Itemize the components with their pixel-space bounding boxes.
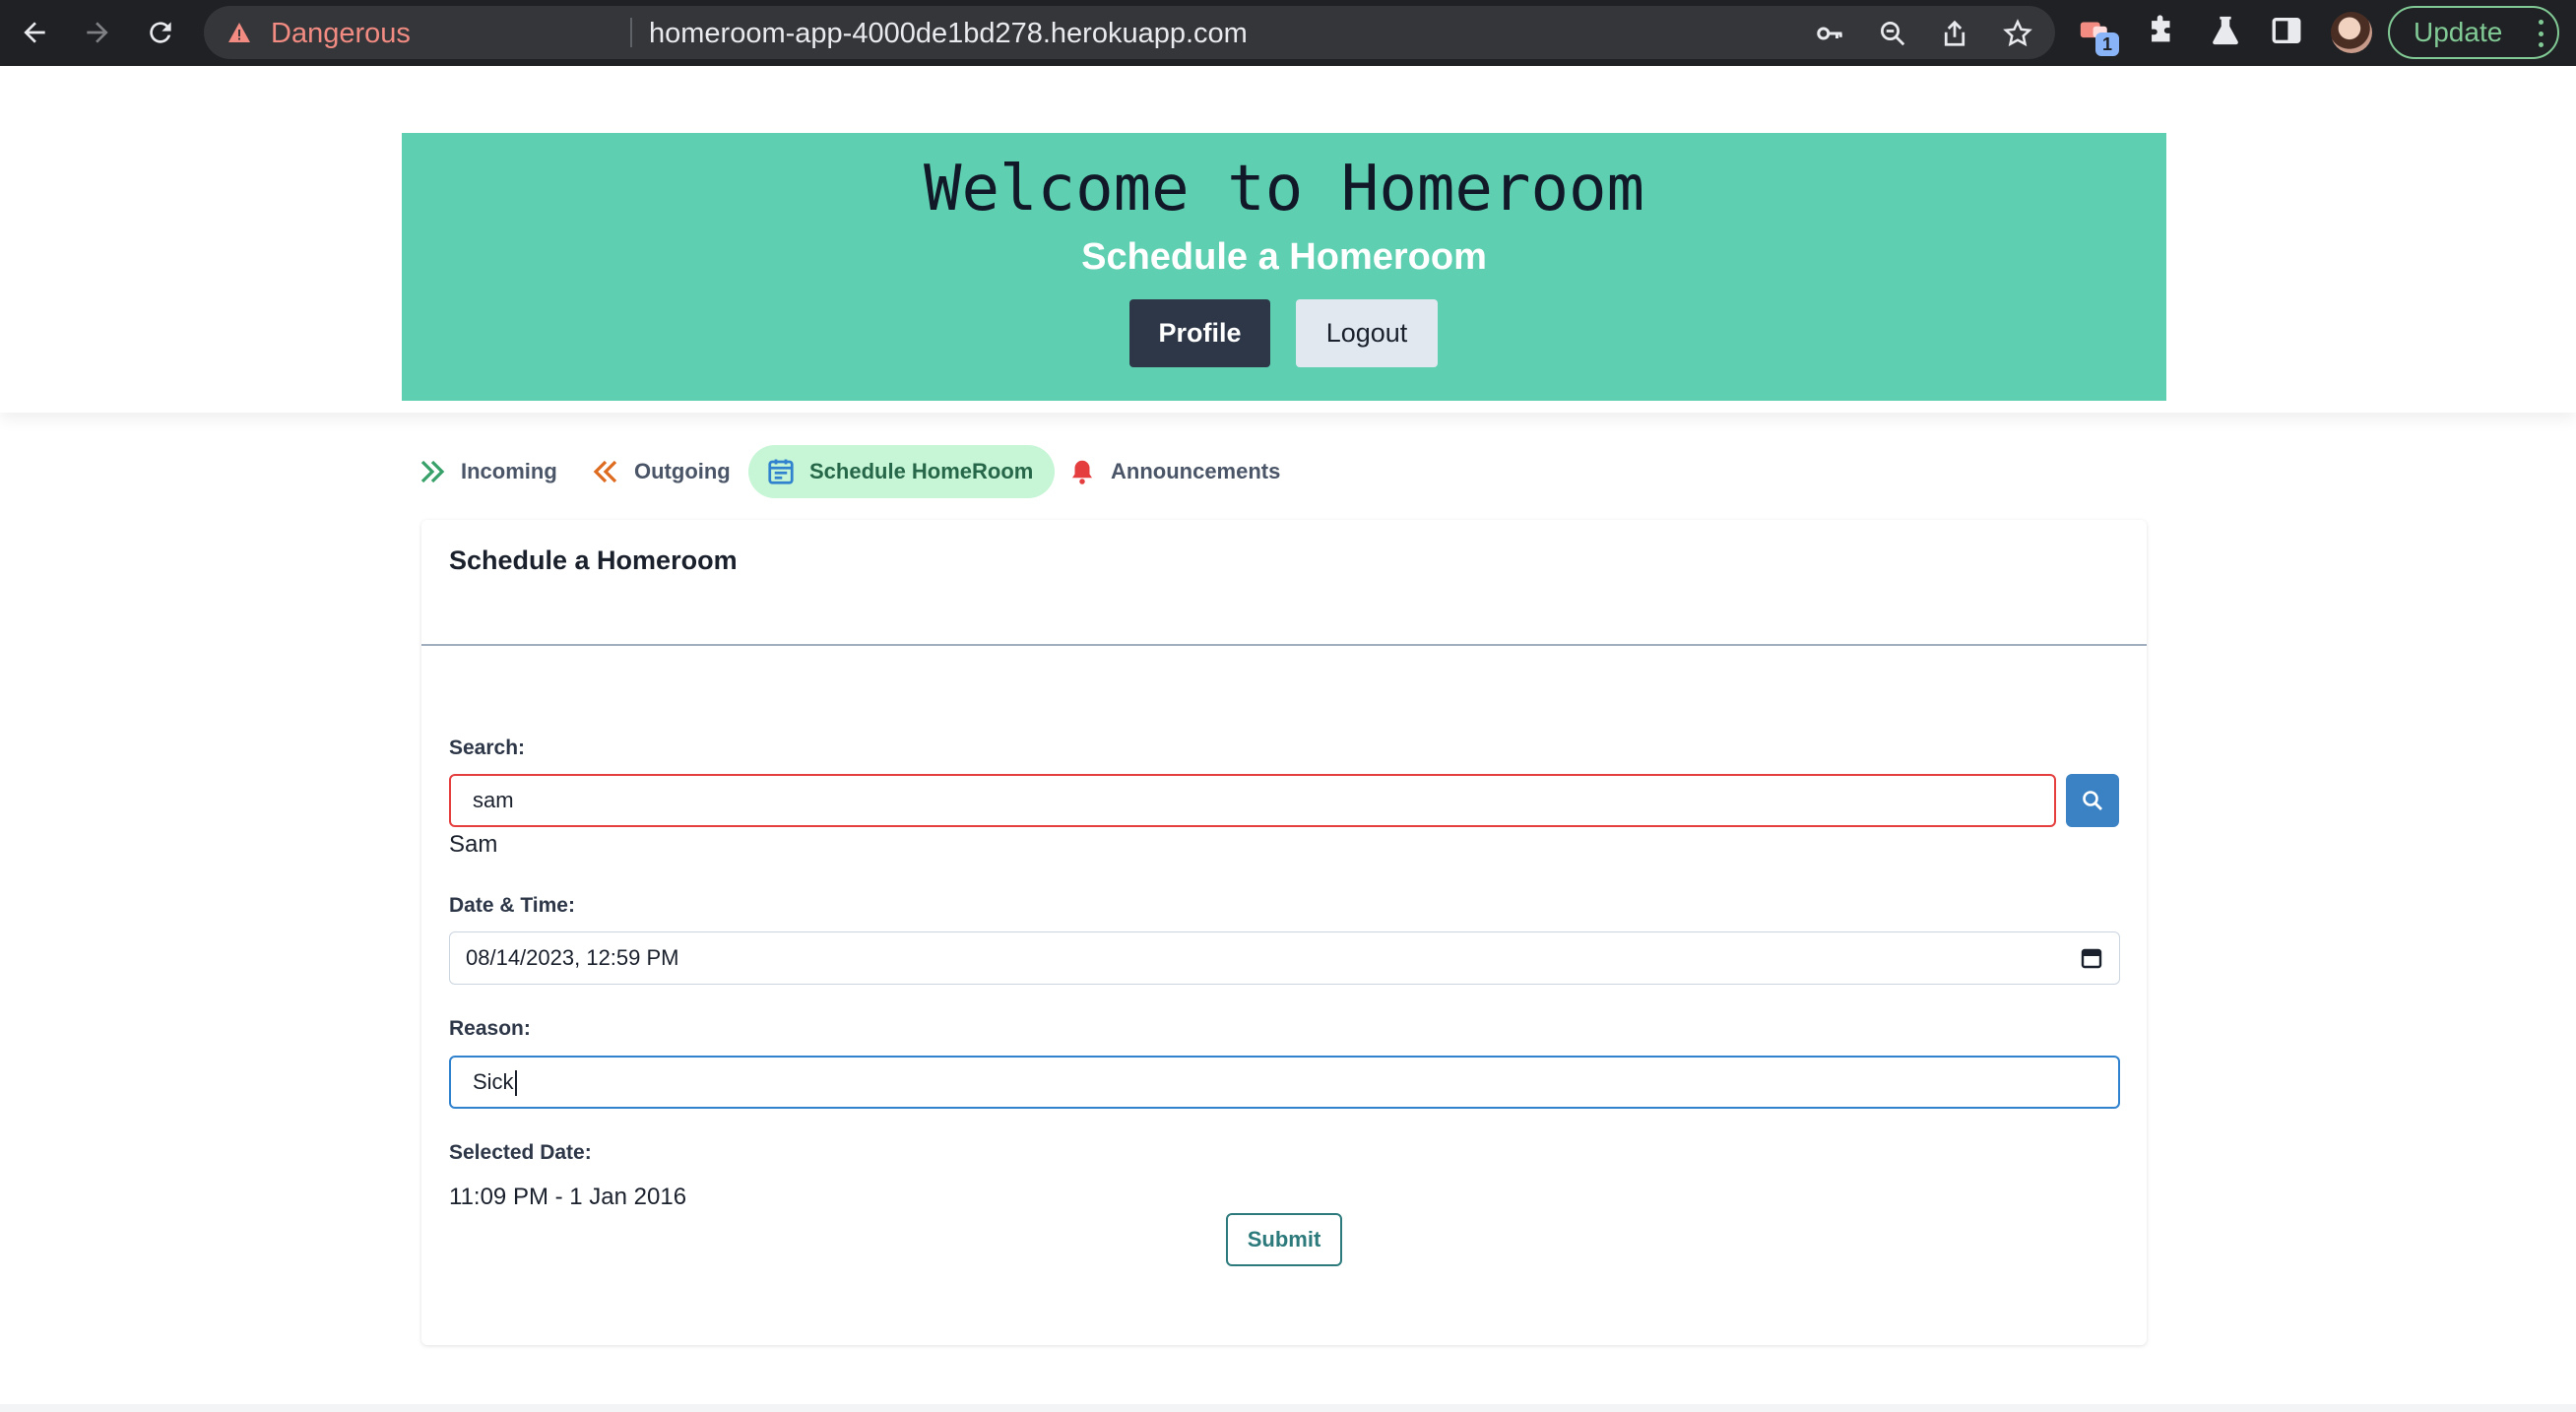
tab-outgoing[interactable]: Outgoing [591,445,750,498]
double-chevron-left-icon [593,460,617,483]
tab-label: Outgoing [634,459,731,483]
password-key-icon[interactable] [1815,19,1844,48]
warning-triangle-icon [228,23,250,42]
schedule-form-card: Schedule a Homeroom Search: sam Sam Date… [421,520,2147,1345]
share-icon[interactable] [1940,19,1969,48]
tab-incoming[interactable]: Incoming [418,445,577,498]
submit-button[interactable]: Submit [1226,1213,1342,1266]
reload-button[interactable] [138,10,183,55]
tab-label: Schedule HomeRoom [809,459,1034,483]
address-bar[interactable]: Dangerous homeroom-app-4000de1bd278.hero… [204,6,2055,59]
extensions-puzzle-icon[interactable] [2145,14,2178,47]
card-divider [421,644,2147,646]
bell-icon [1072,460,1092,484]
calendar-icon [768,459,794,484]
calendar-picker-icon[interactable] [2080,946,2103,970]
tab-label: Incoming [461,459,557,483]
url-text[interactable]: homeroom-app-4000de1bd278.herokuapp.com [649,18,1248,50]
app-header: Welcome to Homeroom Schedule a Homeroom … [0,66,2576,413]
extension-badge: 1 [2095,32,2119,56]
forward-button[interactable] [75,10,120,55]
reason-label: Reason: [449,1017,531,1040]
datetime-input[interactable]: 08/14/2023, 12:59 PM [449,931,2120,985]
bookmark-star-icon[interactable] [2003,19,2032,48]
side-panel-icon[interactable] [2270,14,2303,47]
selected-date-label: Selected Date: [449,1141,592,1164]
tab-announcements[interactable]: Announcements [1067,445,1300,498]
hero-banner: Welcome to Homeroom Schedule a Homeroom … [402,133,2166,401]
text-cursor [514,1070,517,1097]
back-arrow-icon [24,22,45,43]
search-label: Search: [449,737,526,759]
datetime-value: 08/14/2023, 12:59 PM [466,945,679,970]
back-button[interactable] [12,10,57,55]
logout-button[interactable]: Logout [1296,299,1438,367]
page-bottom-edge [0,1404,2576,1412]
reason-input[interactable]: Sick [449,1056,2120,1109]
security-status: Dangerous [271,18,411,49]
browser-toolbar: Dangerous homeroom-app-4000de1bd278.hero… [0,0,2576,66]
search-button[interactable] [2066,774,2119,827]
card-title: Schedule a Homeroom [449,546,738,575]
datetime-label: Date & Time: [449,894,575,917]
update-label: Update [2414,17,2503,47]
selected-date-value: 11:09 PM - 1 Jan 2016 [449,1184,687,1210]
update-button[interactable]: Update [2388,6,2559,59]
reload-icon [150,22,171,43]
page-subtitle: Schedule a Homeroom [1081,236,1487,278]
profile-avatar[interactable] [2331,12,2372,53]
labs-flask-icon[interactable] [2209,14,2242,47]
search-icon [2083,791,2102,810]
page-title: Welcome to Homeroom [923,153,1645,225]
reason-value: Sick [473,1069,514,1094]
forward-arrow-icon [87,22,108,43]
zoom-icon[interactable] [1878,19,1907,48]
search-input[interactable]: sam [449,774,2056,827]
search-result-item[interactable]: Sam [449,831,497,859]
double-chevron-right-icon [420,460,445,483]
tab-schedule-homeroom[interactable]: Schedule HomeRoom [748,445,1056,498]
more-vert-icon[interactable] [2538,20,2544,47]
profile-button[interactable]: Profile [1129,299,1270,367]
tab-label: Announcements [1111,459,1281,483]
address-separator [630,18,632,47]
